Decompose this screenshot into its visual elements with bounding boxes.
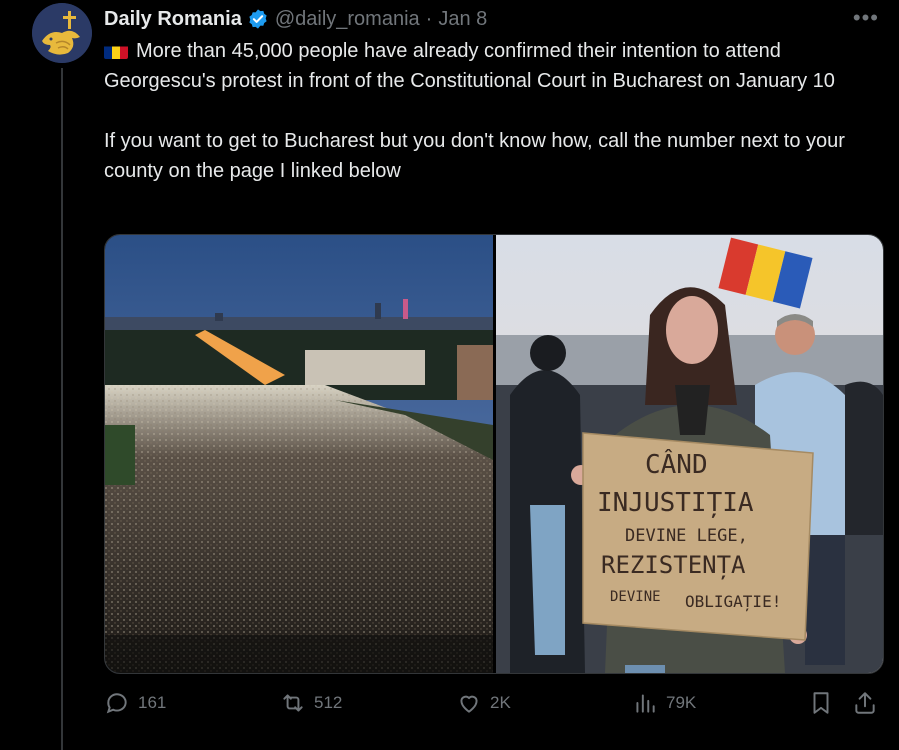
author-handle[interactable]: @daily_romania bbox=[275, 8, 420, 31]
bookmark-button[interactable] bbox=[808, 690, 834, 716]
repost-icon bbox=[283, 694, 303, 712]
action-bar: 161 512 2K 79K bbox=[104, 690, 882, 724]
like-button[interactable]: 2K bbox=[456, 690, 511, 716]
tweet-paragraph-1-text: More than 45,000 people have already con… bbox=[104, 40, 835, 92]
sign-line-4: REZISTENȚA bbox=[601, 551, 746, 580]
heart-icon bbox=[460, 695, 478, 713]
more-options-icon[interactable]: ••• bbox=[853, 5, 879, 31]
sign-line-2: INJUSTIȚIA bbox=[597, 488, 754, 518]
tweet-paragraph-1: More than 45,000 people have already con… bbox=[104, 36, 894, 96]
author-name[interactable]: Daily Romania bbox=[104, 8, 242, 31]
repost-button[interactable]: 512 bbox=[280, 690, 342, 716]
reply-button[interactable]: 161 bbox=[104, 690, 166, 716]
tweet-header: Daily Romania @daily_romania · Jan 8 ••• bbox=[104, 5, 879, 33]
thread-line bbox=[61, 68, 63, 750]
tweet-text: More than 45,000 people have already con… bbox=[104, 36, 894, 186]
bookmark-icon bbox=[813, 692, 829, 714]
reply-icon bbox=[106, 693, 127, 714]
views-chart-icon bbox=[636, 694, 655, 713]
protest-sign: CÂND INJUSTIȚIA DEVINE LEGE, REZISTENȚA … bbox=[582, 432, 814, 641]
reply-count: 161 bbox=[138, 693, 167, 712]
media-grid[interactable]: CÂND INJUSTIȚIA DEVINE LEGE, REZISTENȚA … bbox=[104, 234, 884, 674]
separator-dot: · bbox=[425, 7, 433, 30]
avatar[interactable] bbox=[32, 3, 92, 63]
tweet-paragraph-2: If you want to get to Bucharest but you … bbox=[104, 130, 845, 182]
share-icon bbox=[855, 692, 875, 714]
repost-count: 512 bbox=[314, 693, 343, 712]
sign-line-5a: DEVINE bbox=[610, 589, 661, 605]
crowd-photo[interactable] bbox=[105, 235, 493, 673]
sign-line-1: CÂND bbox=[645, 448, 708, 480]
like-count: 2K bbox=[490, 693, 511, 712]
post-date[interactable]: Jan 8 bbox=[438, 8, 487, 31]
sign-photo[interactable]: CÂND INJUSTIȚIA DEVINE LEGE, REZISTENȚA … bbox=[496, 235, 883, 673]
view-count: 79K bbox=[666, 693, 697, 712]
romania-flag-icon bbox=[104, 42, 128, 59]
views-button[interactable]: 79K bbox=[632, 690, 696, 716]
golden-bird-cross-icon bbox=[32, 3, 92, 63]
share-button[interactable] bbox=[852, 690, 878, 716]
verified-badge-icon bbox=[249, 9, 267, 29]
sign-line-5b: OBLIGAȚIE! bbox=[685, 592, 781, 611]
sign-line-3: DEVINE LEGE, bbox=[625, 526, 748, 546]
